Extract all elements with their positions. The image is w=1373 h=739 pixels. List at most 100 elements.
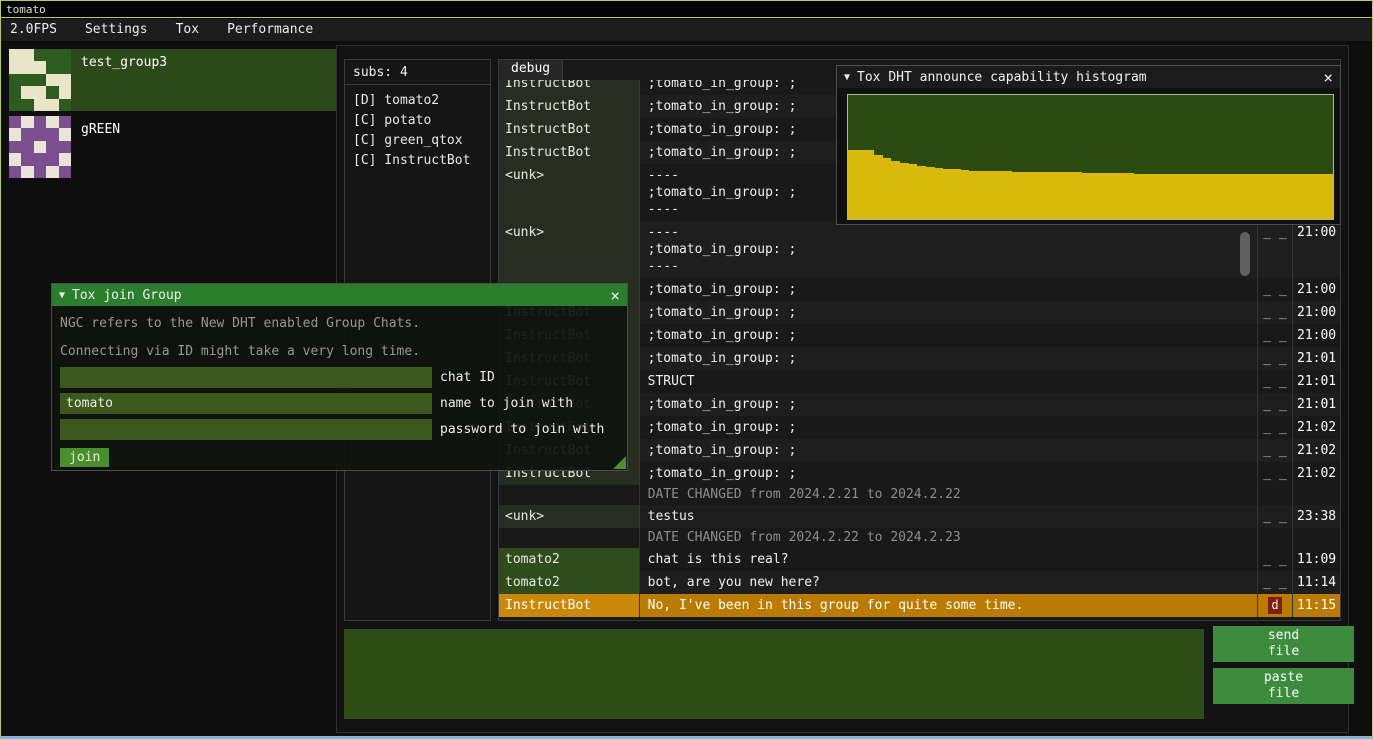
chat-message-row[interactable]: tomato2chat is this real?_ _11:09: [499, 548, 1340, 571]
window-titlebar[interactable]: tomato: [1, 1, 1372, 18]
join-group-window[interactable]: ▼ Tox join Group × NGC refers to the New…: [51, 283, 628, 471]
tab-debug[interactable]: debug: [499, 60, 563, 80]
join-button[interactable]: join: [60, 448, 109, 467]
message-text: ;tomato_in_group: ;: [639, 324, 1257, 347]
chat-system-row[interactable]: DATE CHANGED from 2024.2.22 to 2024.2.23: [499, 528, 1340, 548]
join-password-input[interactable]: [60, 419, 432, 440]
resize-grip[interactable]: [613, 456, 626, 469]
message-text: STRUCT: [639, 370, 1257, 393]
join-name-input[interactable]: [60, 393, 432, 414]
chat-message-row[interactable]: <unk>testus_ _23:38: [499, 505, 1340, 528]
menu-settings[interactable]: Settings: [71, 19, 162, 41]
message-text: No, I've been in this group for quite so…: [639, 594, 1257, 617]
delivery-flags: [1257, 528, 1292, 548]
histogram-bar: [987, 171, 996, 219]
histogram-bar: [1264, 174, 1273, 219]
histogram-bar: [1047, 172, 1056, 219]
message-time: 21:00: [1292, 324, 1340, 347]
message-time: [1292, 528, 1340, 548]
delivery-flags: _ _: [1257, 301, 1292, 324]
chat-message-row[interactable]: InstructBotNo, I've been in this group f…: [499, 594, 1340, 617]
subs-list-item[interactable]: [D] tomato2: [353, 91, 482, 111]
chat-message-row[interactable]: <unk>----;tomato_in_group: ;----_ _21:00: [499, 221, 1340, 278]
delivery-flags: _ _: [1257, 393, 1292, 416]
message-time: 21:02: [1292, 439, 1340, 462]
join-window-titlebar[interactable]: ▼ Tox join Group ×: [52, 284, 627, 306]
subs-list-item[interactable]: [C] potato: [353, 111, 482, 131]
peer-name: <unk>: [499, 164, 639, 221]
histogram-bar: [1004, 171, 1013, 219]
send-file-button[interactable]: send file: [1213, 626, 1354, 662]
histogram-bar: [1116, 173, 1125, 219]
message-time: 21:01: [1292, 393, 1340, 416]
chat-scrollbar[interactable]: [1240, 232, 1250, 276]
histogram-bar: [1307, 174, 1316, 219]
peer-name: InstructBot: [499, 80, 639, 95]
chat-id-row: chat ID: [60, 367, 619, 388]
delivery-flags: _ _: [1257, 221, 1292, 278]
menu-performance[interactable]: Performance: [213, 19, 327, 41]
dht-histogram-window[interactable]: ▼ Tox DHT announce capability histogram …: [836, 65, 1341, 225]
histogram-window-title: Tox DHT announce capability histogram: [857, 70, 1147, 85]
collapse-arrow-icon[interactable]: ▼: [844, 72, 850, 83]
histogram-bar: [1064, 172, 1073, 219]
delivery-flags: _ _: [1257, 548, 1292, 571]
histogram-bar: [1246, 174, 1255, 219]
peer-name: InstructBot: [499, 594, 639, 617]
group-list: test_group3 gREEN: [9, 49, 336, 183]
histogram-bar: [969, 171, 978, 219]
subs-list-item[interactable]: [C] InstructBot: [353, 151, 482, 171]
close-icon[interactable]: ×: [1323, 68, 1333, 87]
peer-name: <unk>: [499, 221, 639, 278]
message-time: 21:01: [1292, 370, 1340, 393]
histogram-bar: [883, 158, 892, 219]
group-list-item-test_group3[interactable]: test_group3: [9, 49, 336, 111]
window-title: tomato: [6, 3, 46, 16]
chat-system-row[interactable]: DATE CHANGED from 2024.2.21 to 2024.2.22: [499, 485, 1340, 505]
peer-name: tomato2: [499, 548, 639, 571]
message-text: bot, are you new here?: [639, 571, 1257, 594]
histogram-bar: [1220, 174, 1229, 219]
group-name: gREEN: [71, 116, 120, 178]
message-text: ;tomato_in_group: ;: [639, 301, 1257, 324]
group-list-item-gREEN[interactable]: gREEN: [9, 116, 336, 178]
message-text: ----;tomato_in_group: ;----: [639, 221, 1257, 278]
subs-list-item[interactable]: [C] green_qtox: [353, 131, 482, 151]
histogram-bar: [1177, 174, 1186, 219]
histogram-bar: [1255, 174, 1264, 219]
menu-tox[interactable]: Tox: [162, 19, 213, 41]
message-time: 21:02: [1292, 416, 1340, 439]
peer-name: <unk>: [499, 505, 639, 528]
join-info-line: NGC refers to the New DHT enabled Group …: [60, 314, 619, 334]
peer-name: tomato2: [499, 571, 639, 594]
histogram-bar: [1186, 174, 1195, 219]
message-time: 11:09: [1292, 548, 1340, 571]
close-icon[interactable]: ×: [610, 286, 620, 305]
message-text: ;tomato_in_group: ;: [639, 393, 1257, 416]
chat-message-row[interactable]: tomato2bot, are you new here?_ _11:14: [499, 571, 1340, 594]
histogram-bar: [943, 169, 952, 219]
histogram-bar: [961, 170, 970, 219]
message-time: 11:14: [1292, 571, 1340, 594]
histogram-bar: [1012, 172, 1021, 219]
histogram-bar: [1021, 172, 1030, 219]
histogram-bar: [874, 155, 883, 219]
delivery-flags: [1257, 485, 1292, 505]
message-text: ;tomato_in_group: ;: [639, 347, 1257, 370]
histogram-window-titlebar[interactable]: ▼ Tox DHT announce capability histogram …: [837, 66, 1340, 88]
system-text: DATE CHANGED from 2024.2.22 to 2024.2.23: [639, 528, 1258, 548]
chat-id-input[interactable]: [60, 367, 432, 388]
message-text: ;tomato_in_group: ;: [639, 416, 1257, 439]
histogram-bar: [1073, 172, 1082, 219]
message-input[interactable]: [344, 629, 1204, 719]
group-name: test_group3: [71, 49, 167, 111]
delivery-flags: d: [1257, 594, 1292, 617]
message-text: chat is this real?: [639, 548, 1257, 571]
histogram-bar: [1238, 174, 1247, 219]
message-text: ;tomato_in_group: ;: [639, 439, 1257, 462]
peer-name: [499, 485, 639, 505]
join-window-title: Tox join Group: [72, 288, 182, 303]
histogram-bar: [1324, 174, 1333, 219]
collapse-arrow-icon[interactable]: ▼: [59, 290, 65, 301]
paste-file-button[interactable]: paste file: [1213, 668, 1354, 704]
